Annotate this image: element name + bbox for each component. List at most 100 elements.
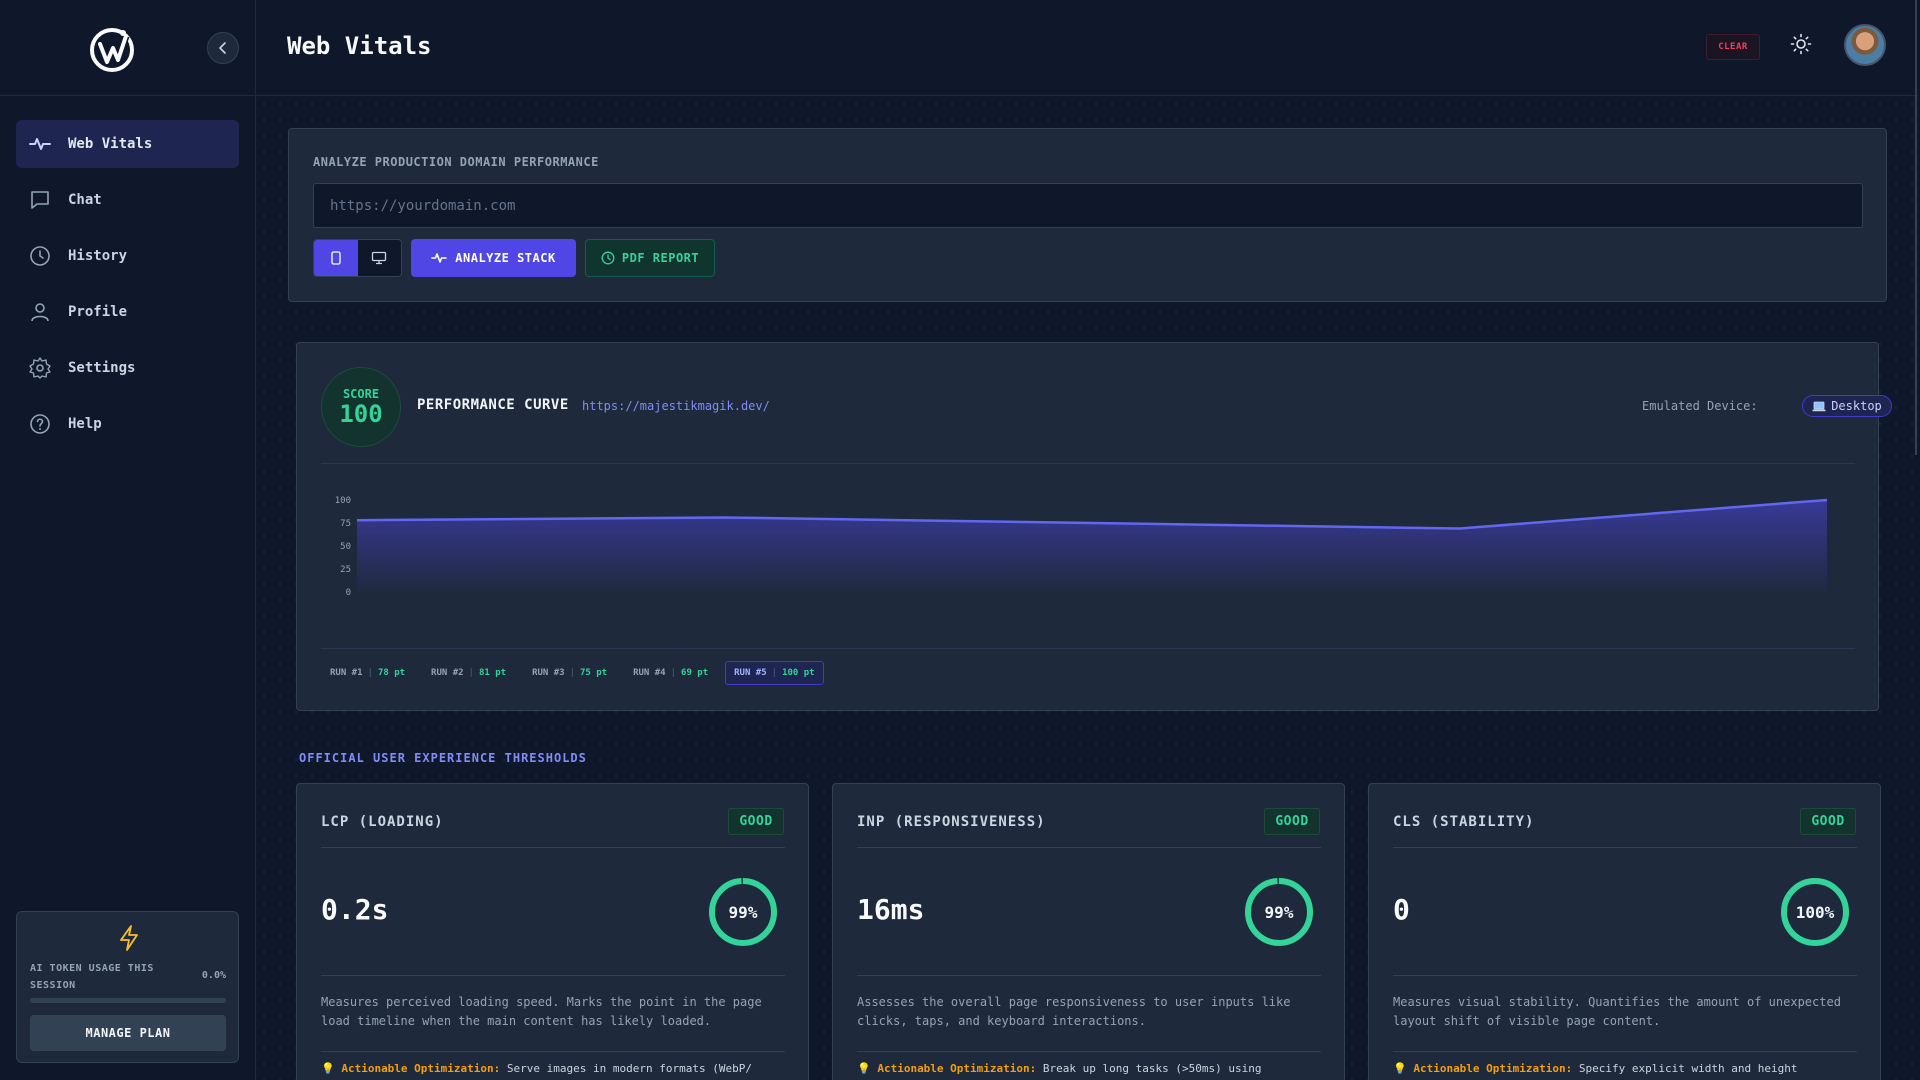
performance-title: PERFORMANCE CURVE bbox=[417, 397, 569, 413]
analyze-panel: ANALYZE PRODUCTION DOMAIN PERFORMANCE AN… bbox=[288, 128, 1887, 302]
divider bbox=[321, 648, 1855, 649]
sidebar-item-label: Settings bbox=[68, 360, 136, 376]
sidebar-item-web-vitals[interactable]: Web Vitals bbox=[16, 120, 239, 168]
sidebar-item-label: Web Vitals bbox=[68, 136, 153, 152]
run-label: RUN #2 bbox=[431, 668, 464, 678]
run-label: RUN #3 bbox=[532, 668, 565, 678]
run-tab-5[interactable]: RUN #5 | 100 pt bbox=[725, 661, 824, 685]
run-selector: RUN #1 | 78 pt RUN #2 | 81 pt RUN #3 | 75 pt R… bbox=[321, 661, 824, 685]
performance-area bbox=[357, 500, 1827, 592]
run-tab-1[interactable]: RUN #1 | 78 pt bbox=[321, 661, 414, 685]
run-label: RUN #1 bbox=[330, 668, 363, 678]
help-icon bbox=[30, 414, 50, 434]
activity-icon bbox=[431, 253, 448, 263]
sidebar-nav: Web Vitals Chat History Profile Settings… bbox=[16, 120, 239, 456]
chat-icon bbox=[31, 191, 49, 209]
y-tick-label: 100 bbox=[335, 496, 351, 506]
metric-title: CLS (STABILITY) bbox=[1393, 814, 1535, 830]
usage-label: AI TOKEN USAGE THIS SESSION bbox=[30, 963, 154, 991]
clock-icon bbox=[601, 251, 615, 265]
usage-progress-bar bbox=[30, 998, 226, 1003]
run-tab-2[interactable]: RUN #2 | 81 pt bbox=[422, 661, 515, 685]
analyze-title: ANALYZE PRODUCTION DOMAIN PERFORMANCE bbox=[313, 155, 599, 169]
run-tab-3[interactable]: RUN #3 | 75 pt bbox=[523, 661, 616, 685]
laptop-icon bbox=[1812, 401, 1826, 411]
sidebar-item-label: Help bbox=[68, 416, 102, 432]
metric-title: LCP (LOADING) bbox=[321, 814, 444, 830]
sidebar-item-history[interactable]: History bbox=[16, 232, 239, 280]
score-label: SCORE bbox=[342, 387, 380, 401]
score-ring-value: 99% bbox=[728, 902, 758, 922]
metric-value: 0.2s bbox=[321, 893, 389, 926]
domain-url-input[interactable] bbox=[313, 183, 1863, 228]
page-title: Web Vitals bbox=[287, 32, 432, 60]
run-separator: | bbox=[670, 668, 677, 678]
device-toggle bbox=[313, 239, 402, 277]
run-separator: | bbox=[771, 668, 778, 678]
tip-text: Serve images in modern formats (WebP/ bbox=[506, 1062, 752, 1075]
performance-panel: SCORE 100 PERFORMANCE CURVE https://maje… bbox=[296, 342, 1892, 711]
mobile-device-button[interactable] bbox=[314, 240, 358, 276]
app-logo[interactable] bbox=[87, 24, 137, 74]
header: Web Vitals CLEAR bbox=[256, 0, 1918, 96]
sidebar-item-label: History bbox=[68, 248, 128, 264]
lightning-icon bbox=[120, 925, 138, 951]
usage-percent: 0.0% bbox=[201, 970, 226, 981]
sidebar-item-help[interactable]: Help bbox=[16, 400, 239, 448]
optimization-tip: 💡 Actionable Optimization: Specify expli… bbox=[1393, 1062, 1857, 1075]
run-tab-4[interactable]: RUN #4 | 69 pt bbox=[624, 661, 717, 685]
metric-value: 0 bbox=[1393, 893, 1410, 926]
optimization-tip: 💡 Actionable Optimization: Break up long… bbox=[857, 1062, 1321, 1075]
performance-chart-svg: 0 25 50 75 100 bbox=[335, 496, 1828, 598]
sidebar-item-chat[interactable]: Chat bbox=[16, 176, 239, 224]
run-separator: | bbox=[569, 668, 575, 678]
run-separator: | bbox=[468, 668, 474, 678]
avatar[interactable] bbox=[1844, 24, 1886, 66]
y-tick-label: 50 bbox=[340, 542, 351, 552]
sidebar-item-label: Profile bbox=[68, 304, 128, 320]
analyzed-url-link[interactable]: https://majestikmagik.dev/ bbox=[582, 399, 770, 413]
tip-text: Break up long tasks (>50ms) using bbox=[1042, 1062, 1262, 1075]
metric-description: Measures visual stability. Quantifies th… bbox=[1393, 995, 1841, 1028]
pdf-report-button[interactable]: PDF REPORT bbox=[585, 239, 715, 277]
pdf-report-label: PDF REPORT bbox=[621, 251, 700, 265]
run-label: RUN #5 bbox=[734, 668, 767, 678]
analyze-stack-label: ANALYZE STACK bbox=[455, 251, 556, 265]
performance-chart: 0 25 50 75 100 bbox=[321, 464, 1855, 649]
user-icon bbox=[31, 303, 49, 322]
sun-icon[interactable] bbox=[1790, 33, 1812, 55]
chevron-left-icon bbox=[219, 42, 226, 54]
tip-label: Actionable Optimization: bbox=[1413, 1062, 1573, 1075]
lightbulb-icon: 💡 bbox=[1393, 1062, 1407, 1075]
activity-icon bbox=[29, 138, 51, 150]
run-points: 81 pt bbox=[478, 668, 507, 678]
run-points: 78 pt bbox=[377, 668, 406, 678]
analyze-stack-button[interactable]: ANALYZE STACK bbox=[411, 239, 576, 277]
thresholds-title: OFFICIAL USER EXPERIENCE THRESHOLDS bbox=[299, 751, 587, 765]
collapse-sidebar-button[interactable] bbox=[207, 32, 239, 64]
desktop-device-button[interactable] bbox=[357, 240, 401, 276]
y-tick-label: 0 bbox=[346, 588, 351, 598]
manage-plan-button[interactable]: MANAGE PLAN bbox=[30, 1015, 226, 1051]
y-tick-label: 75 bbox=[340, 519, 351, 529]
y-tick-label: 25 bbox=[340, 565, 351, 575]
tip-text: Specify explicit width and height bbox=[1578, 1062, 1798, 1075]
emulated-device-value: Desktop bbox=[1831, 399, 1882, 413]
metric-value: 16ms bbox=[857, 893, 925, 926]
clock-icon bbox=[30, 246, 50, 266]
metric-description: Measures perceived loading speed. Marks … bbox=[321, 995, 762, 1028]
metric-title: INP (RESPONSIVENESS) bbox=[857, 814, 1046, 830]
clear-button[interactable]: CLEAR bbox=[1706, 34, 1760, 60]
smartphone-icon bbox=[331, 251, 341, 265]
divider bbox=[857, 975, 1321, 976]
tip-label: Actionable Optimization: bbox=[877, 1062, 1037, 1075]
run-separator: | bbox=[367, 668, 373, 678]
scrollbar[interactable] bbox=[1915, 0, 1917, 455]
divider bbox=[1393, 1051, 1857, 1052]
sidebar-item-profile[interactable]: Profile bbox=[16, 288, 239, 336]
metric-card-inp: INP (RESPONSIVENESS) GOOD 16ms 99% Asses… bbox=[832, 783, 1345, 1080]
sidebar-item-settings[interactable]: Settings bbox=[16, 344, 239, 392]
emulated-device-badge: Desktop bbox=[1802, 395, 1892, 417]
divider bbox=[1393, 847, 1857, 848]
divider bbox=[321, 847, 785, 848]
